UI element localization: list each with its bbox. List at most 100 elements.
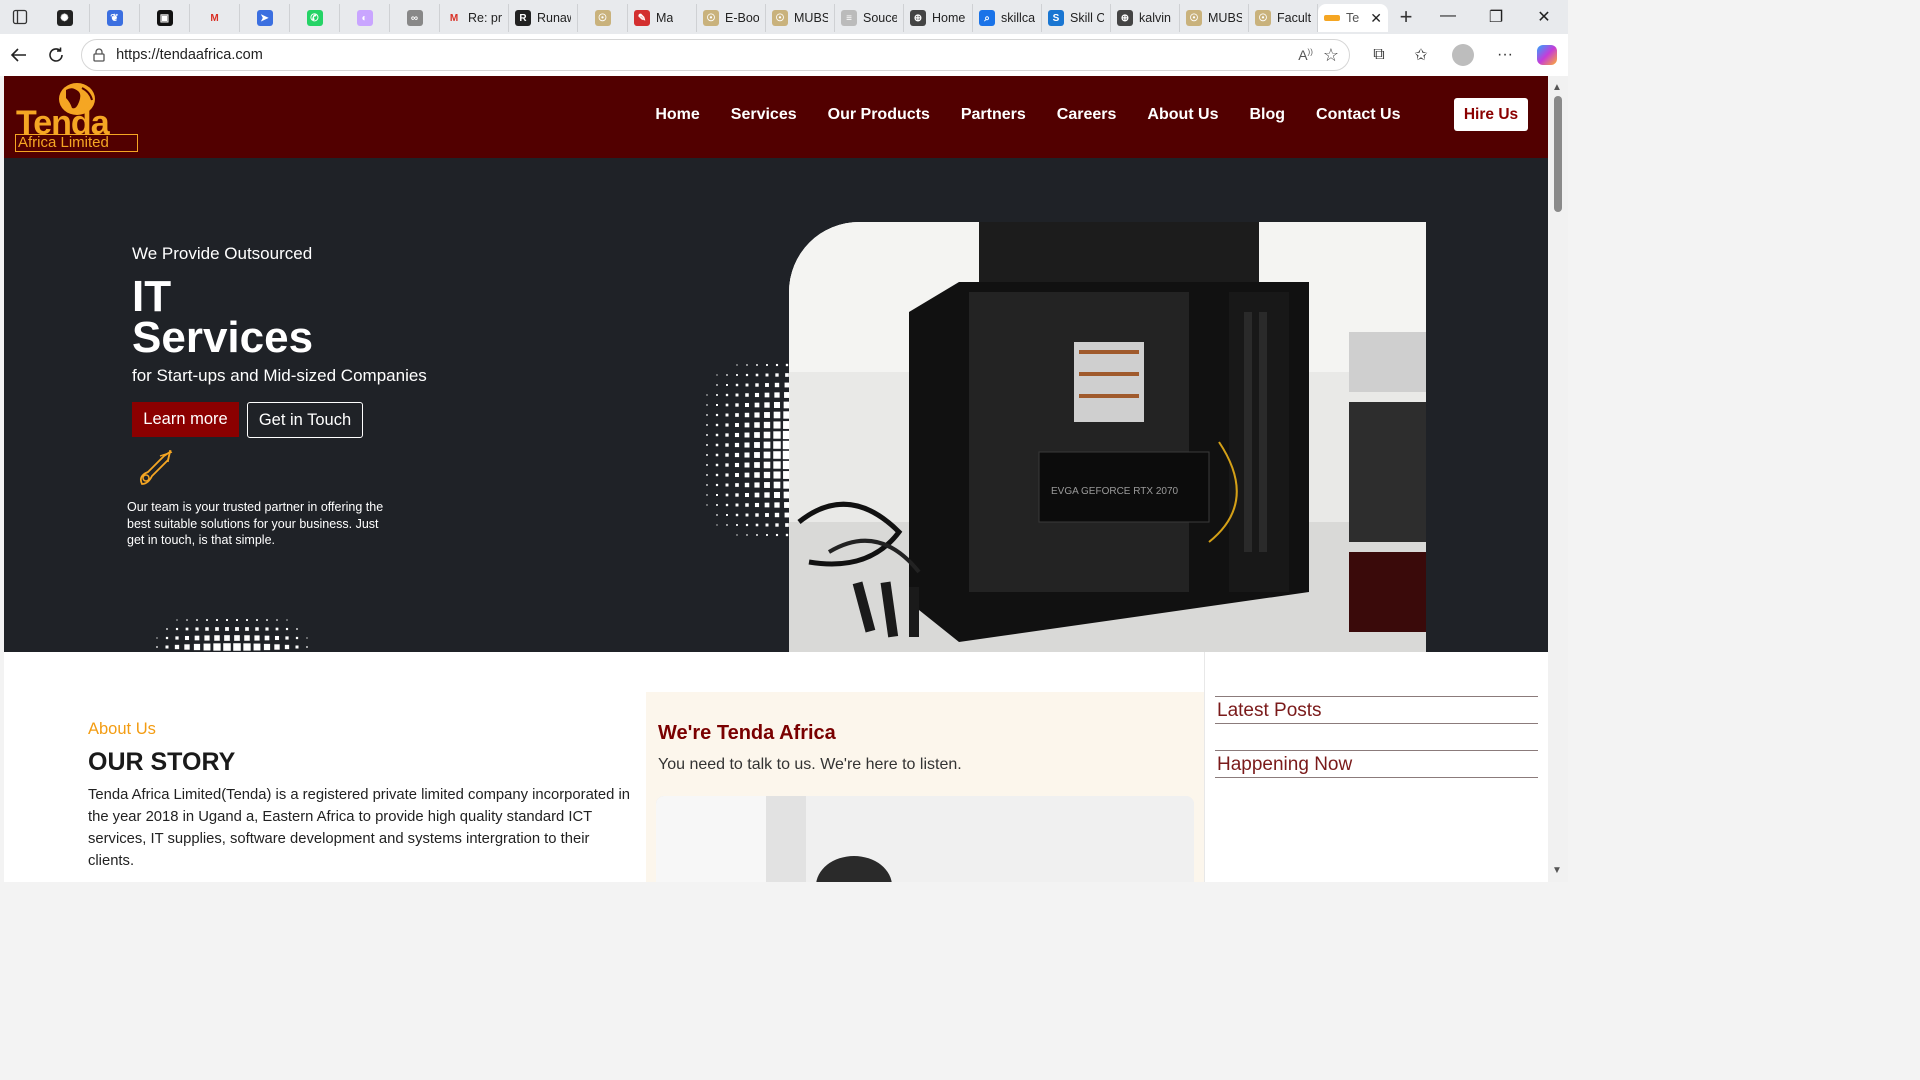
halftone-dot <box>735 483 739 487</box>
back-button[interactable] <box>0 34 38 76</box>
sidebar-divider <box>1204 652 1205 882</box>
halftone-dot <box>706 404 708 406</box>
nav-about-us[interactable]: About Us <box>1132 106 1234 124</box>
halftone-dot <box>174 644 180 650</box>
tab-title: skillca <box>1001 11 1035 25</box>
halftone-dot <box>754 492 760 498</box>
university-icon: ☉ <box>772 10 788 26</box>
browser-tab[interactable]: ☉ MUBS <box>766 4 835 32</box>
favorites-icon[interactable]: ✩ <box>1400 45 1442 65</box>
hero-computer-photo: EVGA GEFORCE RTX 2070 <box>789 222 1426 652</box>
browser-tab[interactable]: M <box>190 4 240 32</box>
university-icon: ☉ <box>594 10 611 26</box>
close-window-icon[interactable]: ✕ <box>1520 7 1568 27</box>
halftone-dot <box>266 619 268 621</box>
get-in-touch-button[interactable]: Get in Touch <box>247 402 363 438</box>
halftone-dot <box>775 363 779 367</box>
nav-services[interactable]: Services <box>715 106 812 124</box>
halftone-dot <box>706 414 708 416</box>
nav-our-products[interactable]: Our Products <box>812 106 945 124</box>
halftone-dot <box>746 534 748 536</box>
halftone-dot <box>744 402 750 408</box>
favorite-star-icon[interactable]: ☆ <box>1323 45 1339 66</box>
halftone-dot <box>226 619 228 621</box>
more-menu-icon[interactable]: ··· <box>1484 46 1526 64</box>
browser-tab[interactable]: R Runaw <box>509 4 578 32</box>
profile-avatar[interactable] <box>1442 44 1484 66</box>
scroll-up-icon[interactable]: ▲ <box>1552 82 1562 93</box>
browser-tab[interactable]: ✺ <box>40 4 90 32</box>
new-tab-button[interactable]: + <box>1388 4 1424 30</box>
halftone-dot <box>744 442 750 448</box>
browser-tab[interactable]: ▣ <box>140 4 190 32</box>
halftone-dot <box>736 524 738 526</box>
nav-careers[interactable]: Careers <box>1041 106 1132 124</box>
minimize-icon[interactable]: — <box>1424 7 1472 27</box>
logo-subtitle: Africa Limited <box>15 134 138 152</box>
browser-tab[interactable]: ⊕ Home <box>904 4 973 32</box>
browser-tab[interactable]: ☉ E-Boo <box>697 4 766 32</box>
close-tab-icon[interactable]: ✕ <box>1370 10 1382 27</box>
url-field[interactable]: https://tendaafrica.com A)) ☆ <box>81 39 1350 71</box>
browser-tab[interactable]: ☉ Faculti <box>1249 4 1318 32</box>
halftone-dot <box>233 643 241 651</box>
browser-tab[interactable]: ≡ Souce <box>835 4 904 32</box>
browser-tab[interactable]: M Re: pro <box>440 4 509 32</box>
halftone-dot <box>706 434 708 436</box>
nav-blog[interactable]: Blog <box>1234 106 1301 124</box>
halftone-dot <box>736 364 738 366</box>
halftone-dot <box>263 643 271 651</box>
browser-tab[interactable]: ✆ <box>290 4 340 32</box>
halftone-dot <box>765 523 769 527</box>
halftone-dot <box>306 646 308 648</box>
halftone-dot <box>715 443 719 447</box>
search-icon: ⌕ <box>979 10 995 26</box>
tenda-logo[interactable]: Tenda Africa Limited <box>14 82 140 154</box>
university-icon: ☉ <box>1186 10 1202 26</box>
browser-tab[interactable]: ✎ Ma <box>628 4 697 32</box>
copilot-icon[interactable] <box>1526 45 1568 65</box>
halftone-dot <box>773 481 781 489</box>
restore-icon[interactable]: ❐ <box>1472 7 1520 27</box>
halftone-dot <box>765 373 769 377</box>
browser-tab[interactable]: ☉ MUBS <box>1180 4 1249 32</box>
halftone-dot <box>223 643 231 651</box>
halftone-dot <box>735 403 739 407</box>
halftone-dot <box>175 627 179 631</box>
scroll-thumb[interactable] <box>1554 96 1562 212</box>
halftone-dot <box>766 534 768 536</box>
nav-contact-us[interactable]: Contact Us <box>1301 106 1416 124</box>
browser-tab[interactable]: ⌕ skillca <box>973 4 1042 32</box>
hero-headline-line-1: IT <box>132 272 172 321</box>
tab-title: Skill C <box>1070 11 1104 25</box>
halftone-dot <box>243 643 251 651</box>
page-scrollbar[interactable]: ▲ ▼ <box>1548 76 1568 882</box>
browser-tab[interactable]: ☉ <box>578 4 628 32</box>
halftone-dot <box>764 502 770 508</box>
read-aloud-icon[interactable]: A)) <box>1298 47 1313 63</box>
browser-tab[interactable]: S Skill C <box>1042 4 1111 32</box>
tab-title: E-Boo <box>725 11 759 25</box>
halftone-dot <box>744 472 750 478</box>
tab-actions-icon <box>12 9 28 25</box>
tab-actions-button[interactable] <box>0 0 40 34</box>
halftone-dot <box>736 374 738 376</box>
hire-us-button[interactable]: Hire Us <box>1454 98 1528 131</box>
learn-more-button[interactable]: Learn more <box>132 402 239 437</box>
browser-tab[interactable]: ➤ <box>240 4 290 32</box>
refresh-button[interactable] <box>38 34 76 76</box>
halftone-dot <box>775 373 779 377</box>
nav-home[interactable]: Home <box>640 106 715 124</box>
halftone-dot <box>754 412 760 418</box>
halftone-dot <box>764 482 770 488</box>
nav-partners[interactable]: Partners <box>945 106 1041 124</box>
scroll-down-icon[interactable]: ▼ <box>1552 865 1562 876</box>
extensions-icon[interactable]: ⧉ <box>1358 46 1400 64</box>
browser-tab[interactable]: ⊕ kalvin <box>1111 4 1180 32</box>
browser-tab[interactable]: ◐ <box>340 4 390 32</box>
halftone-dot <box>214 635 220 641</box>
tab-active[interactable]: Te ✕ <box>1318 4 1388 32</box>
halftone-dot <box>716 524 718 526</box>
browser-tab[interactable]: ∞ <box>390 4 440 32</box>
browser-tab[interactable]: ❦ <box>90 4 140 32</box>
